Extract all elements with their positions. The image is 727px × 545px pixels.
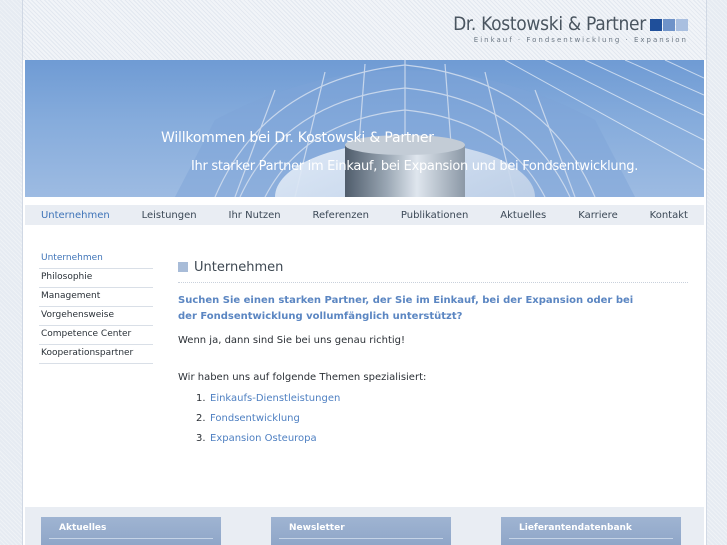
- logo-square-2: [663, 19, 675, 31]
- nav-item-unternehmen[interactable]: Unternehmen: [37, 210, 114, 221]
- logo-squares-icon: [650, 19, 688, 31]
- topics-list: 1. Einkaufs-Dienstleistungen 2. Fondsent…: [196, 389, 688, 449]
- page-title: Unternehmen: [194, 259, 284, 275]
- box-title: Newsletter: [289, 523, 345, 533]
- topics-intro: Wir haben uns auf folgende Themen spezia…: [178, 372, 427, 383]
- nav-item-ihr-nutzen[interactable]: Ihr Nutzen: [225, 210, 285, 221]
- logo-title[interactable]: Dr. Kostowski & Partner: [453, 13, 646, 35]
- nav-item-publikationen[interactable]: Publikationen: [397, 210, 473, 221]
- logo-square-1: [650, 19, 662, 31]
- sidebar-item-management[interactable]: Management: [39, 288, 153, 307]
- sidebar-item-vorgehensweise[interactable]: Vorgehensweise: [39, 307, 153, 326]
- nav-item-referenzen[interactable]: Referenzen: [309, 210, 373, 221]
- list-number: 2.: [196, 413, 206, 424]
- site-header: Dr. Kostowski & Partner Einkauf · Fondse…: [23, 0, 706, 60]
- box-title: Lieferantendatenbank: [519, 523, 632, 533]
- sidebar-item-competence-center[interactable]: Competence Center: [39, 326, 153, 345]
- list-number: 1.: [196, 393, 206, 404]
- box-divider: [509, 538, 673, 539]
- box-aktuelles[interactable]: Aktuelles: [41, 517, 221, 545]
- box-newsletter[interactable]: Newsletter: [271, 517, 451, 545]
- list-item: 3. Expansion Osteuropa: [196, 429, 688, 449]
- banner-subtitle: Ihr starker Partner im Einkauf, bei Expa…: [191, 159, 639, 174]
- list-item: 2. Fondsentwicklung: [196, 409, 688, 429]
- logo-tagline: Einkauf · Fondsentwicklung · Expansion: [473, 36, 688, 44]
- banner-title: Willkommen bei Dr. Kostowski & Partner: [161, 130, 434, 146]
- main-content: Unternehmen Suchen Sie einen starken Par…: [178, 258, 688, 449]
- box-divider: [279, 538, 443, 539]
- logo-square-3: [676, 19, 688, 31]
- intro-paragraph: Wenn ja, dann sind Sie bei uns genau ric…: [178, 335, 405, 346]
- nav-item-leistungen[interactable]: Leistungen: [138, 210, 201, 221]
- topic-link-einkauf[interactable]: Einkaufs-Dienstleistungen: [210, 389, 340, 409]
- list-number: 3.: [196, 433, 206, 444]
- sidebar-item-philosophie[interactable]: Philosophie: [39, 269, 153, 288]
- topic-link-expansion[interactable]: Expansion Osteuropa: [210, 429, 317, 449]
- list-item: 1. Einkaufs-Dienstleistungen: [196, 389, 688, 409]
- topic-link-fondsentwicklung[interactable]: Fondsentwicklung: [210, 409, 300, 429]
- box-lieferantendatenbank[interactable]: Lieferantendatenbank: [501, 517, 681, 545]
- sidebar-item-kooperationspartner[interactable]: Kooperationspartner: [39, 345, 153, 364]
- tower-image: [175, 60, 704, 197]
- main-nav: Unternehmen Leistungen Ihr Nutzen Refere…: [25, 205, 704, 225]
- nav-item-kontakt[interactable]: Kontakt: [646, 210, 692, 221]
- sidebar-item-unternehmen[interactable]: Unternehmen: [39, 250, 153, 269]
- nav-item-karriere[interactable]: Karriere: [574, 210, 622, 221]
- hero-banner: Willkommen bei Dr. Kostowski & Partner I…: [25, 60, 704, 197]
- footer-boxes: Aktuelles Newsletter Lieferantendatenban…: [25, 507, 704, 545]
- box-title: Aktuelles: [59, 523, 107, 533]
- section-header: Unternehmen: [178, 258, 688, 283]
- page-container: Dr. Kostowski & Partner Einkauf · Fondse…: [22, 0, 707, 545]
- square-bullet-icon: [178, 262, 188, 272]
- nav-item-aktuelles[interactable]: Aktuelles: [496, 210, 550, 221]
- box-divider: [49, 538, 213, 539]
- sidebar-nav: Unternehmen Philosophie Management Vorge…: [39, 250, 153, 364]
- lead-text: Suchen Sie einen starken Partner, der Si…: [178, 295, 634, 322]
